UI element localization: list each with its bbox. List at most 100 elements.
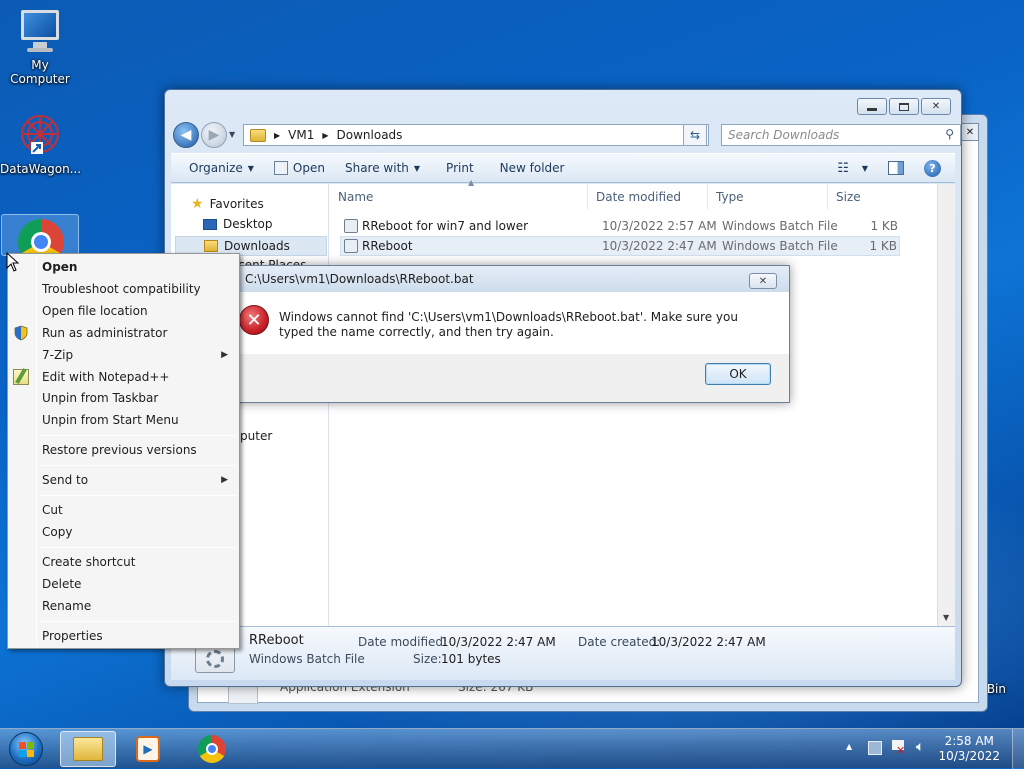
- menu-item-restore-previous-versions[interactable]: Restore previous versions: [10, 439, 238, 461]
- open-button[interactable]: Open: [264, 161, 335, 175]
- menu-item-run-as-administrator[interactable]: Run as administrator: [10, 322, 238, 344]
- forward-button[interactable]: ▶: [201, 122, 227, 148]
- vertical-scrollbar[interactable]: ▼: [937, 184, 955, 626]
- recent-pages-icon[interactable]: ▼: [229, 130, 235, 139]
- explorer-content: ★ Favorites Desktop Downloads Recent Pla…: [171, 178, 955, 626]
- menu-item-copy[interactable]: Copy: [10, 521, 238, 543]
- show-desktop-button[interactable]: [1012, 729, 1024, 769]
- star-icon: ★: [191, 196, 204, 212]
- file-row-selected[interactable]: RReboot 10/3/2022 2:47 AM Windows Batch …: [340, 236, 900, 256]
- menu-item-label: Run as administrator: [42, 326, 168, 340]
- desktop-icon-label: My Computer: [10, 58, 70, 86]
- file-size: 1 KB: [870, 219, 898, 233]
- close-button[interactable]: ✕: [921, 98, 951, 115]
- search-input[interactable]: Search Downloads ⚲: [721, 124, 961, 146]
- menu-separator: [40, 435, 236, 436]
- volume-icon[interactable]: 🔈︎: [916, 739, 924, 755]
- menu-item-label: Send to: [42, 473, 89, 487]
- refresh-icon: ⇆: [689, 128, 701, 142]
- clock[interactable]: 2:58 AM 10/3/2022: [938, 734, 1000, 764]
- close-icon[interactable]: ✕: [961, 123, 979, 141]
- media-player-icon: ▶: [136, 736, 160, 762]
- desktop-icon-datawagon[interactable]: DataWagon...: [0, 112, 81, 176]
- nav-favorites[interactable]: ★ Favorites: [191, 196, 264, 212]
- file-row[interactable]: RReboot for win7 and lower 10/3/2022 2:5…: [340, 216, 900, 236]
- column-header-name[interactable]: Name: [330, 184, 588, 210]
- refresh-button[interactable]: ⇆: [683, 124, 707, 146]
- share-with-label: Share with: [344, 161, 409, 175]
- menu-item-unpin-from-start-menu[interactable]: Unpin from Start Menu: [10, 409, 238, 431]
- details-date-created: 10/3/2022 2:47 AM: [651, 635, 766, 649]
- menu-item-send-to[interactable]: Send to ▶: [10, 469, 238, 491]
- taskbar-chrome[interactable]: [184, 731, 240, 767]
- address-row: ◀ ▶ ▼ ▶ VM1 ▶ Downloads ▼ ⇆ Search Downl…: [173, 122, 961, 148]
- details-file-name: RReboot: [249, 633, 304, 648]
- back-button[interactable]: ◀: [173, 122, 199, 148]
- file-list: ▲ Name Date modified Type Size RReboot f…: [330, 178, 937, 626]
- new-folder-button[interactable]: New folder: [490, 161, 575, 175]
- menu-item-label: Create shortcut: [42, 555, 136, 569]
- column-header-type[interactable]: Type: [708, 184, 828, 210]
- menu-item-label: Properties: [42, 629, 103, 643]
- start-button[interactable]: [6, 731, 46, 767]
- details-pane: RReboot Windows Batch File Date modified…: [171, 626, 955, 680]
- share-with-button[interactable]: Share with ▼: [335, 161, 430, 175]
- menu-item-7zip[interactable]: 7-Zip ▶: [10, 344, 238, 366]
- maximize-button[interactable]: [889, 98, 919, 115]
- address-bar[interactable]: ▶ VM1 ▶ Downloads ▼: [243, 124, 709, 146]
- maximize-icon: [899, 102, 909, 111]
- details-date-modified-label: Date modified:: [358, 635, 448, 649]
- view-options-button[interactable]: ☷ ▼: [827, 161, 878, 176]
- scroll-down-icon[interactable]: ▼: [943, 613, 949, 622]
- taskbar-explorer[interactable]: [60, 731, 116, 767]
- action-center-flag-icon[interactable]: ✕: [892, 740, 906, 757]
- menu-item-edit-with-notepad[interactable]: Edit with Notepad++: [10, 366, 238, 388]
- column-header-date[interactable]: Date modified: [588, 184, 708, 210]
- details-date-created-label: Date created:: [578, 635, 661, 649]
- organize-button[interactable]: Organize ▼: [179, 161, 264, 175]
- chevron-down-icon: ▼: [861, 163, 868, 173]
- menu-item-unpin-from-taskbar[interactable]: Unpin from Taskbar: [10, 387, 238, 409]
- file-size: 1 KB: [869, 239, 897, 253]
- uac-shield-icon: [13, 325, 29, 341]
- menu-item-open[interactable]: Open: [10, 256, 238, 278]
- nav-desktop[interactable]: Desktop: [203, 217, 273, 231]
- chrome-icon: [198, 735, 226, 763]
- organize-label: Organize: [189, 161, 243, 175]
- error-dialog[interactable]: C:\Users\vm1\Downloads\RReboot.bat ✕ ✕ W…: [226, 265, 790, 403]
- batch-file-icon: [344, 219, 358, 233]
- desktop-icon-chrome[interactable]: [0, 214, 80, 265]
- preview-pane-button[interactable]: [878, 161, 914, 175]
- menu-item-troubleshoot-compatibility[interactable]: Troubleshoot compatibility: [10, 278, 238, 300]
- print-button[interactable]: Print: [436, 161, 484, 175]
- close-icon: ✕: [758, 275, 768, 287]
- menu-item-properties[interactable]: Properties: [10, 625, 238, 647]
- help-button[interactable]: ?: [914, 159, 951, 177]
- windows-logo-icon: [9, 732, 43, 766]
- network-icon[interactable]: [868, 741, 882, 755]
- show-hidden-icons-button[interactable]: ▲: [846, 742, 852, 751]
- clock-time: 2:58 AM: [944, 734, 994, 748]
- breadcrumb-vm1[interactable]: VM1: [288, 128, 314, 142]
- view-icon: ☷: [837, 160, 849, 176]
- menu-item-delete[interactable]: Delete: [10, 573, 238, 595]
- nav-desktop-label: Desktop: [223, 217, 273, 231]
- menu-item-label: Rename: [42, 599, 92, 613]
- file-date: 10/3/2022 2:47 AM: [602, 239, 717, 253]
- desktop-icon-my-computer[interactable]: My Computer: [0, 8, 80, 86]
- taskbar-media-player[interactable]: ▶: [120, 731, 176, 767]
- dialog-close-button[interactable]: ✕: [749, 273, 777, 289]
- breadcrumb-downloads[interactable]: Downloads: [337, 128, 403, 142]
- menu-item-cut[interactable]: Cut: [10, 499, 238, 521]
- back-arrow-icon: ◀: [180, 127, 192, 143]
- dialog-body: ✕ Windows cannot find 'C:\Users\vm1\Down…: [227, 292, 789, 354]
- ok-button[interactable]: OK: [705, 363, 771, 385]
- menu-item-create-shortcut[interactable]: Create shortcut: [10, 551, 238, 573]
- menu-item-label: Cut: [42, 503, 63, 517]
- column-header-size[interactable]: Size: [828, 184, 904, 210]
- menu-item-open-file-location[interactable]: Open file location: [10, 300, 238, 322]
- preview-pane-icon: [888, 161, 904, 175]
- open-label: Open: [292, 161, 325, 175]
- minimize-button[interactable]: [857, 98, 887, 115]
- menu-item-rename[interactable]: Rename: [10, 595, 238, 617]
